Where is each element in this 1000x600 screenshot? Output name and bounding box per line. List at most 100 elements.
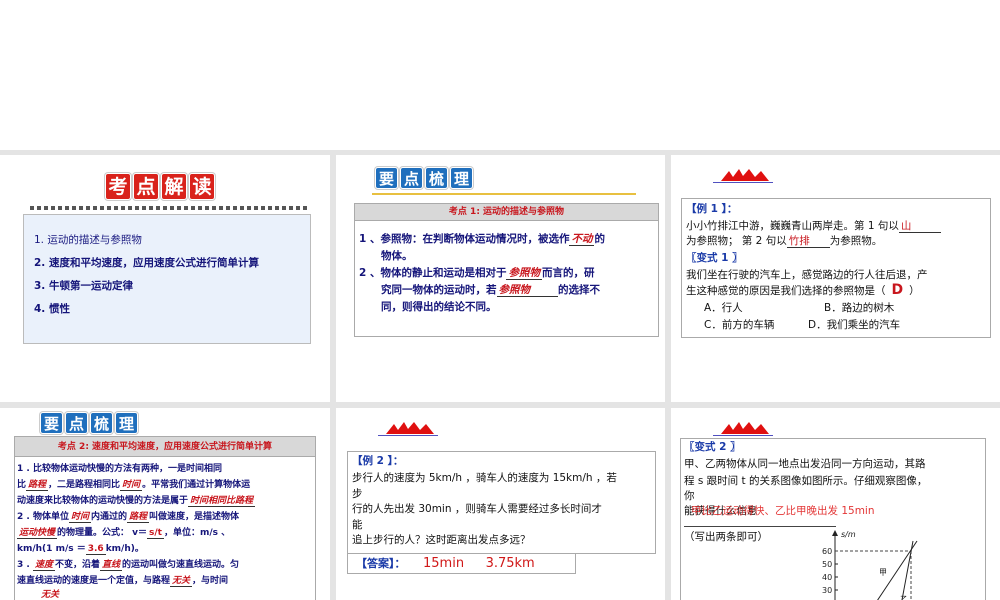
text: ，单位：m/s 、 <box>163 528 231 538</box>
answer-fill: 山 <box>898 220 942 233</box>
text: 为参照物。 <box>829 235 883 247</box>
y-tick-label: 50 <box>822 560 832 569</box>
content-box: 考点 2: 速度和平均速度，应用速度公式进行简单计算 1 . 比较物体运动快慢的… <box>14 436 316 600</box>
option-d: D．我们乘坐的汽车 <box>808 319 901 331</box>
topic-list: 1. 运动的描述与参照物 2. 速度和平均速度，应用速度公式进行简单计算 3. … <box>23 214 311 344</box>
title-char: 要 <box>40 412 63 434</box>
title-char: 点 <box>400 167 423 189</box>
divider-line <box>372 193 636 195</box>
answer-fill: 速度 <box>32 560 55 571</box>
y-axis-arrow-icon <box>832 530 838 536</box>
topic-item: 2. 速度和平均速度，应用速度公式进行简单计算 <box>34 257 259 269</box>
text: 2 、物体的静止和运动是相对于 <box>359 267 507 279</box>
text: 内通过的 <box>90 512 127 522</box>
answer-fill: 无关 <box>170 576 193 587</box>
answer-fill: 无关 <box>39 590 62 600</box>
example-label: 【例 2 】： <box>352 455 404 467</box>
text: 能 <box>352 519 363 531</box>
text: 而言的，研 <box>541 267 595 279</box>
decorative-logo-icon <box>713 169 773 183</box>
slide-4[interactable]: 要 点 梳 理 考点 2: 速度和平均速度，应用速度公式进行简单计算 1 . 比… <box>0 408 330 600</box>
variant-label: 〖变式 1 〗 <box>686 252 743 264</box>
text: 程 s 跟时间 t 的关系图像如图所示。仔细观察图像， <box>684 475 928 487</box>
text: ） <box>909 285 920 297</box>
text: km/h(1 m/s ＝ <box>17 544 86 554</box>
answer-box: 【答案】： 15min 3.75km <box>347 553 576 574</box>
slide-title: 要 点 梳 理 <box>40 412 138 434</box>
answer-label: 【答案】： <box>356 557 406 570</box>
slide-3[interactable]: 【例 1 】： 小小竹排江中游，巍巍青山两岸走。第 1 句以山 为参照物； 第 … <box>671 155 1000 402</box>
text: 比 <box>17 480 27 490</box>
text: 甲、乙两物体从同一地点出发沿同一方向运动，其路 <box>684 458 926 470</box>
text: 的物理量。公式： v＝ <box>57 528 148 538</box>
content-box: 考点 1: 运动的描述与参照物 1 、参照物：在判断物体运动情况时，被选作 不动的… <box>354 203 659 337</box>
text: 步行人的速度为 5km/h ，骑车人的速度为 15km/h ，若 <box>352 472 617 484</box>
text: 动速度来比较物体的运动快慢的方法是属于 <box>17 496 189 506</box>
answer-fill: 甲比乙运动得快、乙比甲晚出发 15min <box>691 505 875 517</box>
text: 小小竹排江中游，巍巍青山两岸走。第 1 句以 <box>686 220 899 232</box>
series-label: 甲 <box>879 568 887 577</box>
answer-fill: 直线 <box>99 560 122 571</box>
series-label: 乙 <box>900 595 908 600</box>
topic-item: 1. 运动的描述与参照物 <box>34 234 142 246</box>
text: 。平常我们通过计算物体运 <box>142 480 251 490</box>
text: 的运动叫做匀速直线运动。匀 <box>122 560 240 570</box>
text: 你 <box>684 490 695 502</box>
text: km/h)。 <box>105 544 144 554</box>
text: ，二是路程相同比 <box>48 480 121 490</box>
text: 步 <box>352 488 363 500</box>
topic-item: 3. 牛顿第一运动定律 <box>34 280 133 292</box>
answer-value: 15min <box>423 556 465 571</box>
topic-item: 4. 惯性 <box>34 303 70 315</box>
slide-1[interactable]: 考 点 解 读 1. 运动的描述与参照物 2. 速度和平均速度，应用速度公式进行… <box>0 155 330 402</box>
answer-fill: 不动 <box>569 233 595 246</box>
text: 2 . 物体单位 <box>17 512 69 522</box>
wavy-divider <box>30 206 310 210</box>
option-a: A．行人 <box>704 302 743 314</box>
series-line-jia <box>877 540 918 600</box>
answer-fill: 时间相同比路程 <box>188 496 256 507</box>
answer-fill: 运动快慢 <box>17 528 58 539</box>
text: 同，则得出的结论不同。 <box>381 301 497 313</box>
answer-fill: s/t <box>147 528 164 539</box>
text: ，与时间 <box>192 576 229 586</box>
text: 行的人先出发 30min ，则骑车人需要经过多长时间才 <box>352 503 602 515</box>
text: 叫做速度，是描述物体 <box>149 512 240 522</box>
text: 1 . 比较物体运动快慢的方法有两种，一是时间相同 <box>17 464 222 474</box>
slide-5[interactable]: 【例 2 】： 步行人的速度为 5km/h ，骑车人的速度为 15km/h ，若… <box>336 408 665 600</box>
answer-fill: 参照物 <box>496 284 558 297</box>
variant-label: 〖变式 2 〗 <box>684 441 741 453</box>
option-b: B．路边的树木 <box>824 302 895 314</box>
answer-value: 3.75km <box>485 556 535 571</box>
decorative-logo-icon <box>378 422 438 436</box>
slide-2[interactable]: 要 点 梳 理 考点 1: 运动的描述与参照物 1 、参照物：在判断物体运动情况… <box>336 155 665 402</box>
answer-fill: 时间 <box>68 512 91 523</box>
text: 为参照物； 第 2 句以 <box>686 235 787 247</box>
answer-fill: D <box>891 282 904 298</box>
box-header: 考点 1: 运动的描述与参照物 <box>355 204 658 221</box>
title-char: 理 <box>115 412 138 434</box>
distance-time-chart: s/m 6050403020 甲 乙 <box>822 530 918 600</box>
example-box: 【例 1 】： 小小竹排江中游，巍巍青山两岸走。第 1 句以山 为参照物； 第 … <box>681 198 991 338</box>
answer-fill: 3.6 <box>85 544 106 555</box>
title-char: 梳 <box>90 412 113 434</box>
answer-fill: 路程 <box>126 512 149 523</box>
answer-fill: 竹排 <box>786 235 830 248</box>
answer-fill: 参照物 <box>506 267 542 280</box>
answer-fill: 时间 <box>120 480 143 491</box>
answer-fill: 路程 <box>26 480 49 491</box>
title-char: 点 <box>133 173 159 200</box>
text: 3 . <box>17 560 33 570</box>
title-char: 要 <box>375 167 398 189</box>
title-char: 点 <box>65 412 88 434</box>
decorative-logo-icon <box>713 422 773 436</box>
slide-6[interactable]: 〖变式 2 〗 甲、乙两物体从同一地点出发沿同一方向运动，其路 程 s 跟时间 … <box>671 408 1000 600</box>
text: 1 、参照物：在判断物体运动情况时，被选作 <box>359 233 570 245</box>
text: 物体。 <box>381 250 413 262</box>
y-tick-label: 30 <box>822 586 832 595</box>
text: 追上步行的人？这时距离出发点多远？ <box>352 534 531 546</box>
y-tick-label: 60 <box>822 547 832 556</box>
title-char: 理 <box>450 167 473 189</box>
y-axis-label: s/m <box>841 530 856 539</box>
y-tick-label: 40 <box>822 573 832 582</box>
